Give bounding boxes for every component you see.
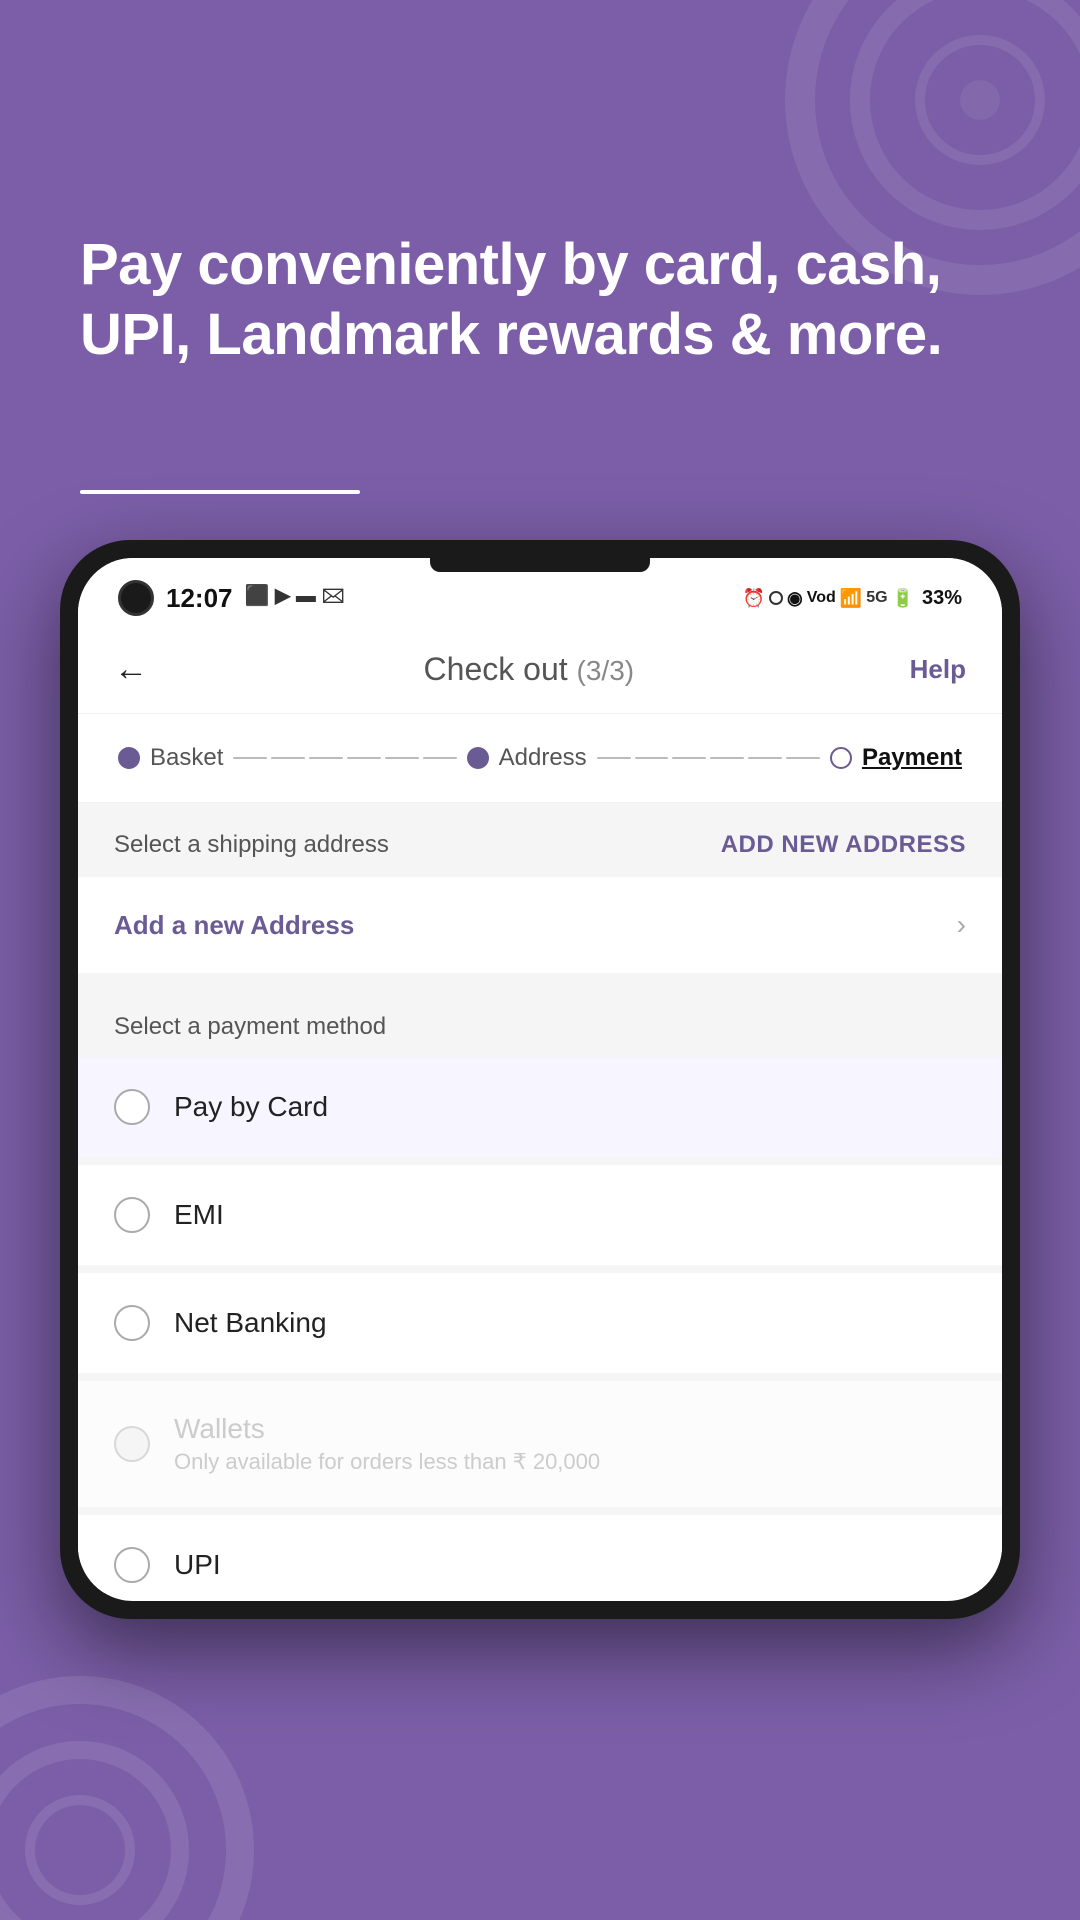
payment-card-label: Pay by Card [174, 1091, 328, 1123]
shipping-section-header: Select a shipping address ADD NEW ADDRES… [78, 803, 1002, 877]
header-tagline: Pay conveniently by card, cash, UPI, Lan… [80, 230, 1000, 369]
step-address-label: Address [499, 744, 587, 772]
payment-option-netbanking[interactable]: Net Banking [78, 1273, 1002, 1373]
step-address: Address [467, 744, 587, 772]
radio-netbanking[interactable] [114, 1305, 150, 1341]
payment-wallets-label: Wallets [174, 1413, 600, 1445]
status-app-icons: ⬛ ▶ ▬ 🖂 [245, 581, 345, 615]
add-new-address-link[interactable]: ADD NEW ADDRESS [721, 831, 966, 859]
checkout-progress: Basket Address Payment [78, 714, 1002, 803]
radio-card[interactable] [114, 1089, 150, 1125]
back-icon: ← [114, 650, 148, 689]
step-dashes-2 [587, 757, 830, 759]
radio-upi[interactable] [114, 1547, 150, 1583]
back-button[interactable]: ← [114, 650, 148, 689]
battery-percentage: 33% [922, 587, 962, 610]
phone-notch [430, 558, 650, 572]
add-address-row[interactable]: Add a new Address › [78, 877, 1002, 973]
payment-section-title: Select a payment method [78, 989, 1002, 1057]
step-dashes-1 [223, 757, 466, 759]
payment-wallets-sublabel: Only available for orders less than ₹ 20… [174, 1449, 600, 1475]
payment-option-emi[interactable]: EMI [78, 1165, 1002, 1265]
address-chevron-icon: › [957, 909, 966, 941]
step-basket: Basket [118, 744, 223, 772]
radio-emi[interactable] [114, 1197, 150, 1233]
phone-screen: 12:07 ⬛ ▶ ▬ 🖂 ⏰ ◉ Vod 📶 5G 🔋 33% [78, 558, 1002, 1601]
step-basket-label: Basket [150, 744, 223, 772]
phone-mockup: 12:07 ⬛ ▶ ▬ 🖂 ⏰ ◉ Vod 📶 5G 🔋 33% [60, 540, 1020, 1920]
payment-option-upi[interactable]: UPI [78, 1515, 1002, 1593]
step-address-dot [467, 747, 489, 769]
status-time: 12:07 [166, 583, 233, 614]
radio-wallets [114, 1426, 150, 1462]
camera-icon [118, 580, 154, 616]
add-address-text: Add a new Address [114, 910, 354, 941]
step-payment-dot [830, 747, 852, 769]
step-payment: Payment [830, 744, 962, 772]
payment-option-card[interactable]: Pay by Card [78, 1057, 1002, 1157]
payment-netbanking-label: Net Banking [174, 1307, 327, 1339]
page-title: Check out (3/3) [424, 651, 635, 688]
header-divider [80, 490, 360, 494]
shipping-section-title: Select a shipping address [114, 831, 389, 859]
status-signal-icons: ⏰ ◉ Vod 📶 5G 🔋 [743, 588, 914, 609]
checkout-content: Select a shipping address ADD NEW ADDRES… [78, 803, 1002, 1593]
step-payment-label: Payment [862, 744, 962, 772]
help-button[interactable]: Help [910, 654, 966, 685]
step-basket-dot [118, 747, 140, 769]
payment-emi-label: EMI [174, 1199, 224, 1231]
payment-upi-label: UPI [174, 1549, 221, 1581]
checkout-nav-bar: ← Check out (3/3) Help [78, 626, 1002, 714]
payment-option-wallets: Wallets Only available for orders less t… [78, 1381, 1002, 1507]
